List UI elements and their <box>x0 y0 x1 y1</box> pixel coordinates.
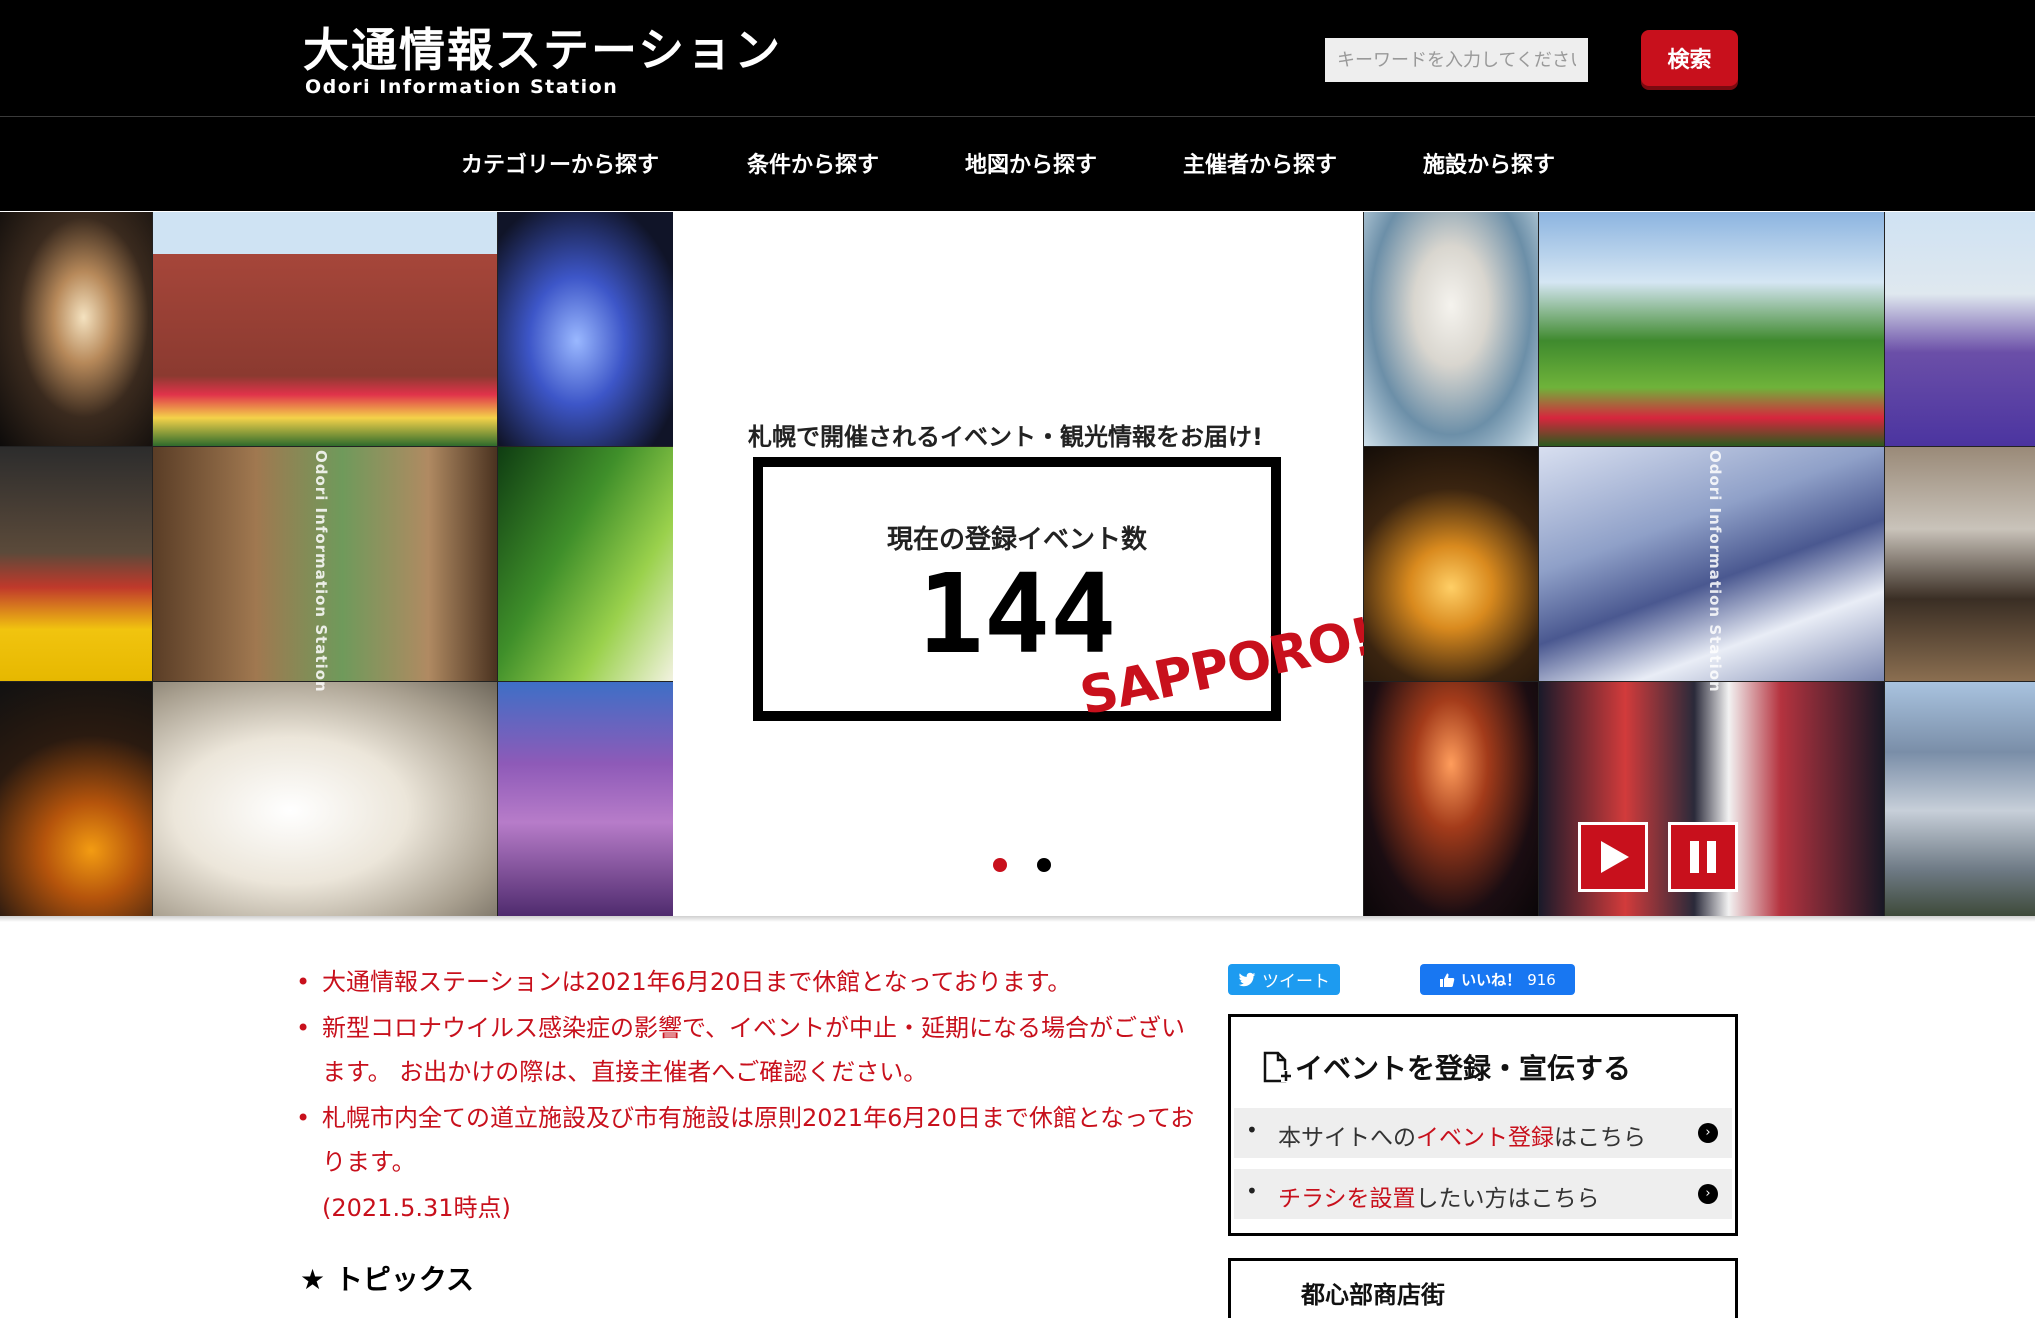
shopping-street-title: 都心部商店街 <box>1301 1281 1445 1309</box>
twitter-bird-icon <box>1238 972 1256 986</box>
register-event-box: イベントを登録・宣伝する • 本サイトへのイベント登録はこちら › • チラシを… <box>1228 1014 1738 1236</box>
photo-lilac <box>498 682 673 916</box>
photo-clock-tower-flowers <box>1885 212 2035 446</box>
photo-polar-bear-cubs <box>153 682 497 916</box>
play-icon <box>1601 841 1629 873</box>
photo-fountain-night <box>0 212 152 446</box>
hero-center-panel: 札幌で開催されるイベント・観光情報をお届け! 現在の登録イベント数 144 SA… <box>673 212 1379 916</box>
search-button[interactable]: 検索 <box>1641 30 1738 86</box>
place-flyer-link[interactable]: • チラシを設置したい方はこちら › <box>1234 1169 1732 1219</box>
chevron-right-icon: › <box>1698 1123 1718 1143</box>
photo-city-view <box>1885 682 2035 916</box>
photo-flower-garden <box>0 447 152 681</box>
photo-candles-night <box>1364 447 1538 681</box>
site-logo-subtitle[interactable]: Odori Information Station <box>305 76 618 98</box>
register-event-link[interactable]: • 本サイトへのイベント登録はこちら › <box>1234 1108 1732 1158</box>
bullet-icon: • <box>296 1104 311 1132</box>
nav-item-facility[interactable]: 施設から探す <box>1423 147 1555 179</box>
shopping-street-box: 都心部商店街 <box>1228 1258 1738 1318</box>
chevron-right-icon: › <box>1698 1184 1718 1204</box>
like-count: 916 <box>1527 970 1556 989</box>
main-nav: カテゴリーから探す 条件から探す 地図から探す 主催者から探す 施設から探す <box>0 117 2035 211</box>
photo-snow-lanterns <box>0 682 152 916</box>
search-input[interactable] <box>1325 38 1588 82</box>
hero-vertical-text-right: Odori Information Station <box>1706 450 1724 693</box>
thumbs-up-icon <box>1440 973 1455 987</box>
slide-dot-2[interactable] <box>1037 858 1051 872</box>
nav-item-conditions[interactable]: 条件から探す <box>747 147 879 179</box>
slider-play-button[interactable] <box>1578 822 1648 892</box>
notice-item: • 大通情報ステーションは2021年6月20日まで休館となっております。 <box>292 960 1192 1004</box>
topics-heading: ★ トピックス <box>300 1263 475 1296</box>
site-header: 大通情報ステーション Odori Information Station 検索 <box>0 0 2035 117</box>
notice-item: • 新型コロナウイルス感染症の影響で、イベントが中止・延期になる場合がございます… <box>292 1006 1207 1094</box>
photo-tv-tower-night <box>1364 682 1538 916</box>
bullet-icon: • <box>296 968 311 996</box>
nav-item-organizer[interactable]: 主催者から探す <box>1183 147 1337 179</box>
slider-pause-button[interactable] <box>1668 822 1738 892</box>
star-icon: ★ <box>300 1263 326 1296</box>
bullet-icon: • <box>296 1014 311 1042</box>
photo-historic-machinery <box>1885 447 2035 681</box>
photo-polar-bear-swimming <box>1364 212 1538 446</box>
notice-list: • 大通情報ステーションは2021年6月20日まで休館となっております。 • 新… <box>292 960 1194 1230</box>
site-logo-title[interactable]: 大通情報ステーション <box>303 14 782 80</box>
notice-item: • 札幌市内全ての道立施設及び市有施設は原則2021年6月20日まで休館となって… <box>292 1096 1207 1184</box>
tweet-button[interactable]: ツイート <box>1228 964 1340 995</box>
nav-item-map[interactable]: 地図から探す <box>965 147 1097 179</box>
facebook-like-button[interactable]: いいね！ 916 <box>1420 964 1575 995</box>
hero-slider: Odori Information Station 札幌で開催されるイベント・観… <box>0 212 2035 916</box>
photo-lily-of-valley <box>498 447 673 681</box>
photo-odori-park-fountain <box>1539 212 1884 446</box>
hero-vertical-text-left: Odori Information Station <box>312 450 330 693</box>
notice-date: (2021.5.31時点) <box>322 1194 511 1222</box>
pause-icon <box>1690 841 1716 873</box>
bullet-icon: • <box>1246 1179 1258 1203</box>
photo-snow-sculpture <box>498 212 673 446</box>
nav-item-category[interactable]: カテゴリーから探す <box>461 147 659 179</box>
slide-dot-1[interactable] <box>993 858 1007 872</box>
add-document-icon <box>1263 1051 1291 1083</box>
bullet-icon: • <box>1246 1118 1258 1142</box>
photo-red-brick-building <box>153 212 497 446</box>
hero-tagline: 札幌で開催されるイベント・観光情報をお届け! <box>748 423 1263 451</box>
hero-divider <box>0 916 2035 922</box>
register-event-title: イベントを登録・宣伝する <box>1261 1047 1631 1087</box>
